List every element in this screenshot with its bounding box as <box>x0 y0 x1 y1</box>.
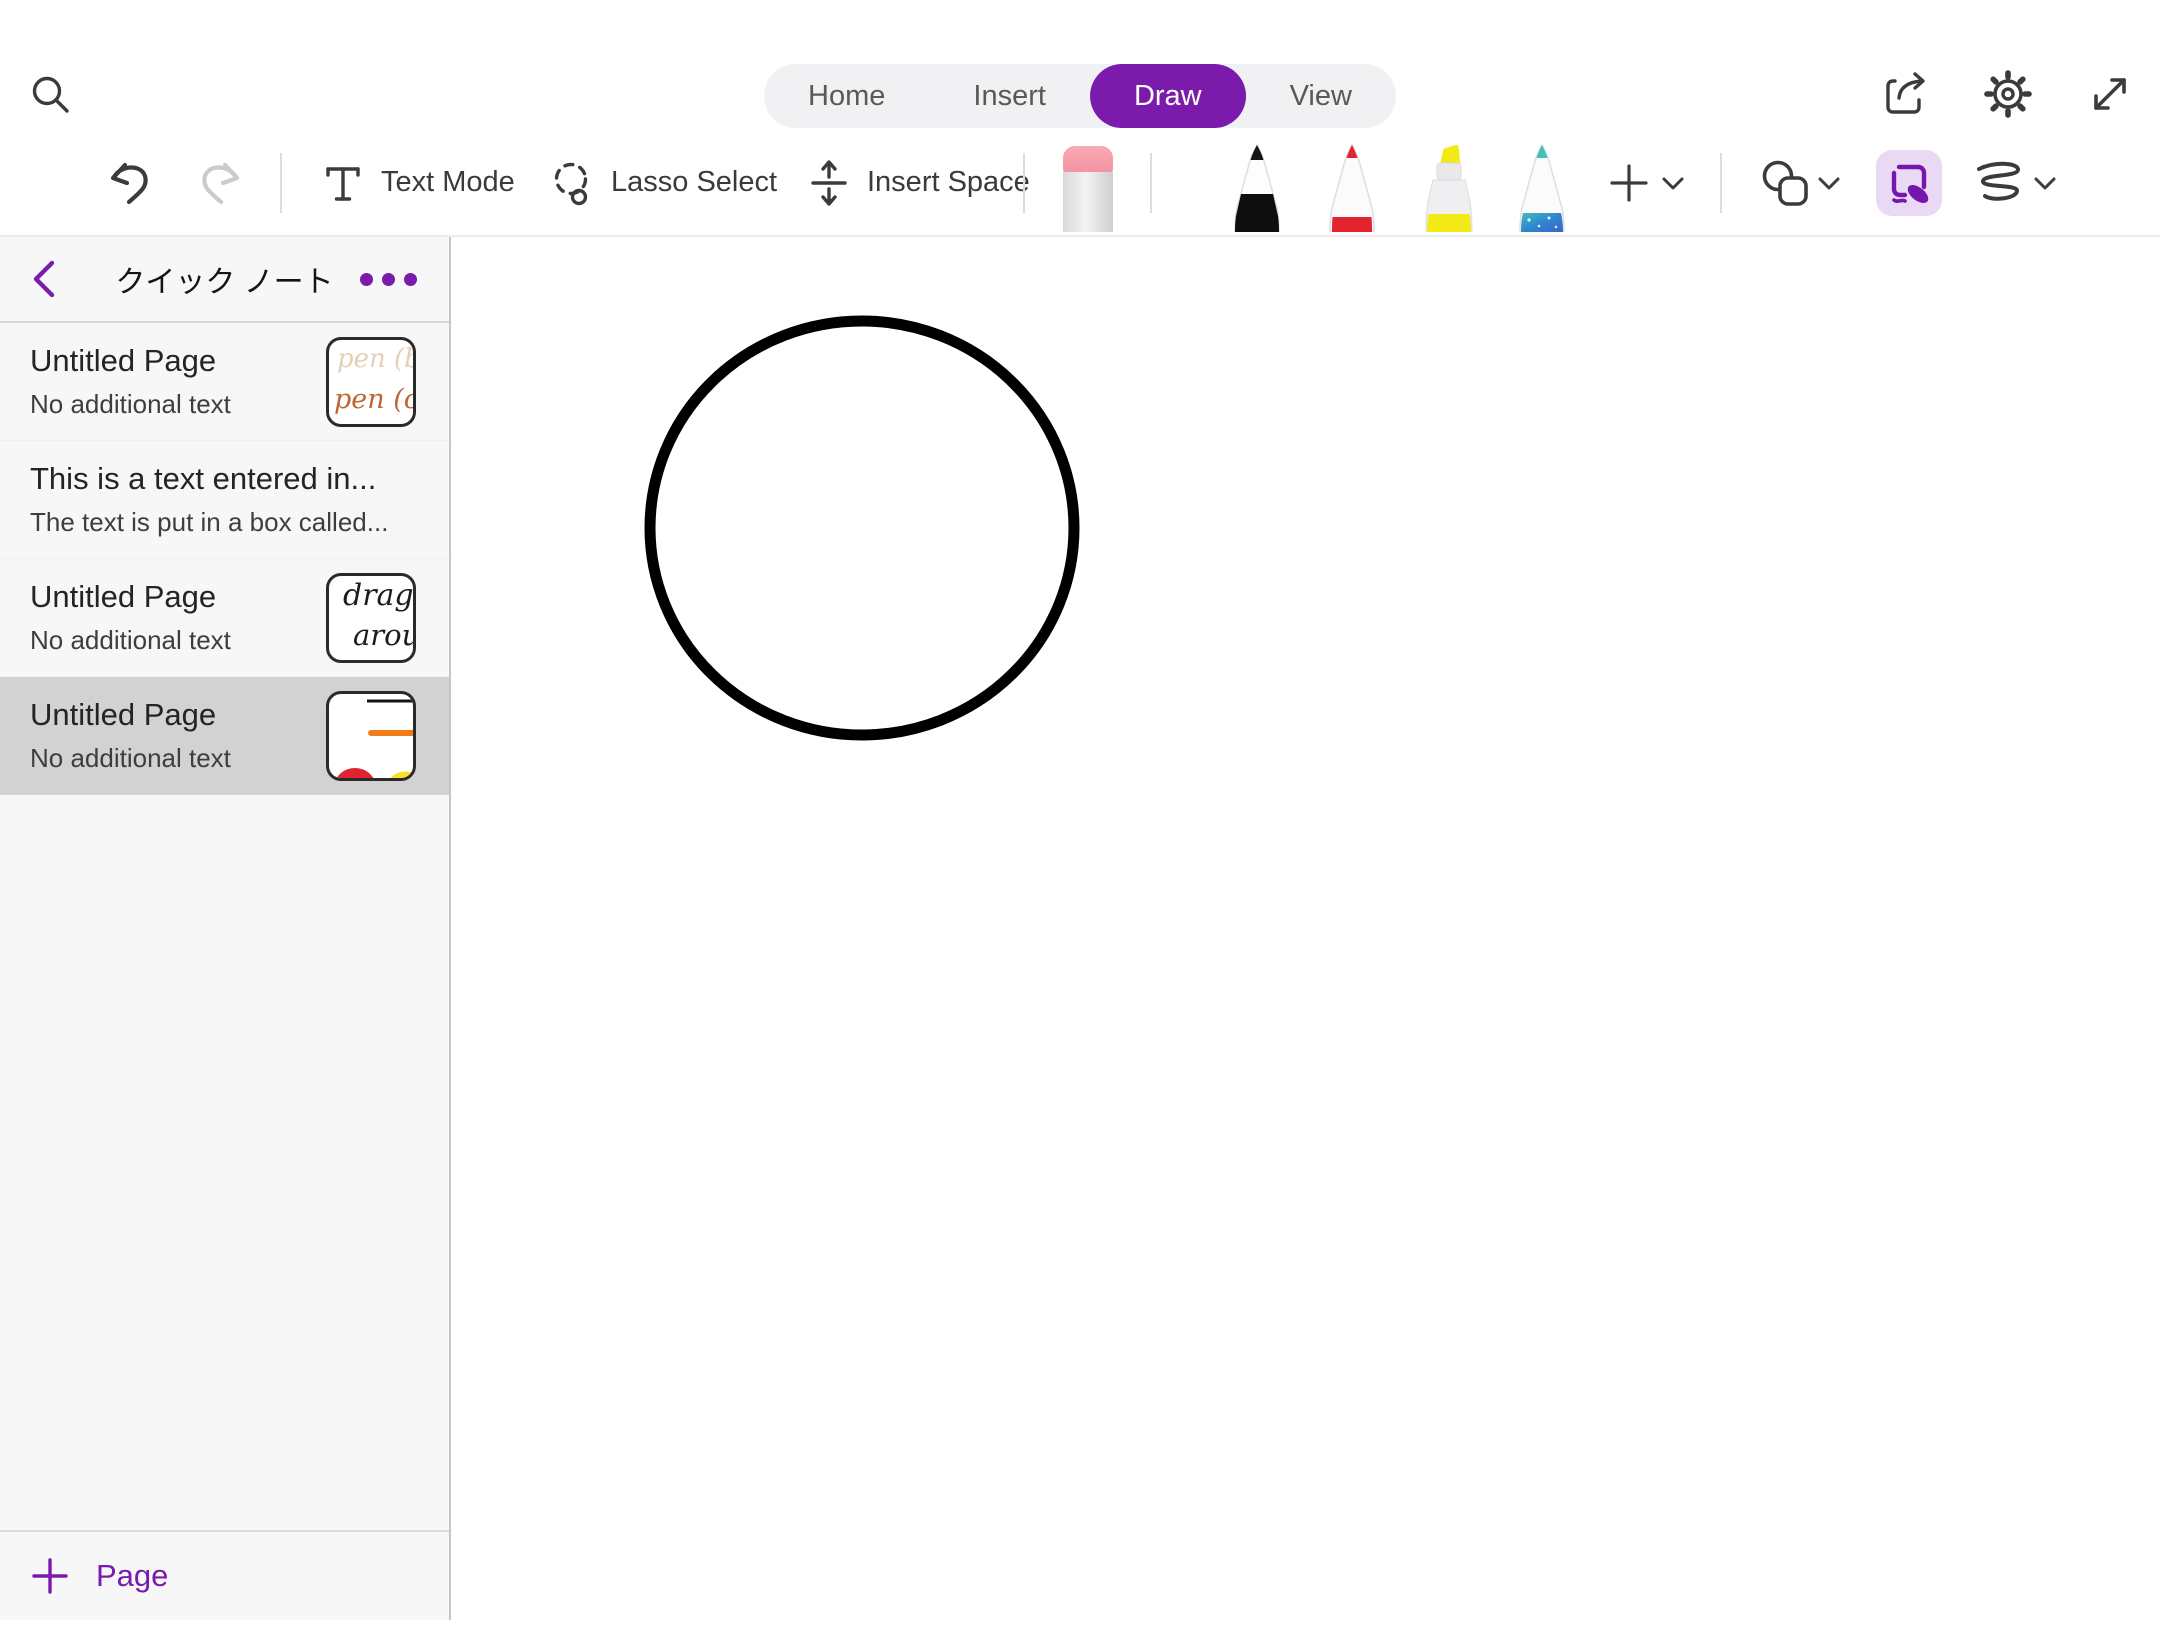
page-list-sidebar: クイック ノート Untitled Page No additional tex… <box>0 237 451 1620</box>
thumbnail-ink-text: arou <box>353 618 416 652</box>
divider <box>1023 153 1025 213</box>
page-item-text: Untitled Page No additional text <box>30 697 326 775</box>
black-pen-tool[interactable] <box>1224 142 1290 235</box>
onenote-app: Home Insert Draw View <box>0 0 2160 1620</box>
tab-view[interactable]: View <box>1246 64 1396 128</box>
page-list: Untitled Page No additional text pen (bl… <box>0 323 449 1530</box>
add-pen-dropdown[interactable] <box>1660 174 1686 192</box>
chevron-down-icon <box>2032 174 2058 192</box>
tab-insert[interactable]: Insert <box>929 64 1090 128</box>
title-row: Home Insert Draw View <box>0 0 2160 130</box>
thumbnail-ink-text: pen (ora <box>334 384 416 415</box>
scribble-ink-button[interactable] <box>1972 160 2030 206</box>
ellipsis-icon <box>382 273 395 286</box>
page-subtitle: The text is put in a box called... <box>30 507 404 538</box>
page-title: Untitled Page <box>30 697 314 733</box>
scribble-ink-icon <box>1972 160 2030 206</box>
tab-draw[interactable]: Draw <box>1090 64 1246 128</box>
ellipsis-icon <box>360 273 373 286</box>
window-actions <box>1880 68 2136 120</box>
eraser-icon <box>1052 144 1124 232</box>
fullscreen-button[interactable] <box>2084 68 2136 120</box>
tab-home[interactable]: Home <box>764 64 929 128</box>
plus-icon <box>32 1558 68 1594</box>
insert-space-label: Insert Space <box>867 166 1030 199</box>
undo-button[interactable] <box>104 158 154 208</box>
fullscreen-expand-icon <box>2086 70 2134 118</box>
page-title: This is a text entered in... <box>30 461 404 497</box>
red-pen-icon <box>1319 142 1385 232</box>
insert-space-button[interactable]: Insert Space <box>806 160 1030 206</box>
scribble-ink-dropdown[interactable] <box>2032 174 2058 192</box>
page-title: Untitled Page <box>30 579 314 615</box>
page-list-item-3[interactable]: Untitled Page No additional text drag ar… <box>0 559 449 677</box>
add-pen-button[interactable] <box>1608 162 1650 204</box>
lasso-select-icon <box>548 159 596 207</box>
insert-space-icon <box>806 160 852 206</box>
divider <box>1720 153 1722 213</box>
page-thumbnail: pen (bl pen (ora <box>326 337 416 427</box>
lasso-select-label: Lasso Select <box>611 166 777 199</box>
drawing-canvas[interactable] <box>453 237 2160 1620</box>
page-list-item-2[interactable]: This is a text entered in... The text is… <box>0 441 449 559</box>
thumbnail-ink-text: pen (bl <box>337 344 416 374</box>
shapes-dropdown[interactable] <box>1816 174 1842 192</box>
page-item-text: Untitled Page No additional text <box>30 579 326 657</box>
shapes-icon <box>1760 158 1810 208</box>
page-list-item-4-selected[interactable]: Untitled Page No additional text <box>0 677 449 795</box>
ribbon-tab-bar: Home Insert Draw View <box>764 64 1396 128</box>
share-icon <box>1881 69 1931 119</box>
sidebar-header: クイック ノート <box>0 237 449 323</box>
settings-button[interactable] <box>1982 68 2034 120</box>
text-mode-label: Text Mode <box>381 166 515 199</box>
more-options-button[interactable] <box>358 265 419 294</box>
eraser-tool[interactable] <box>1052 144 1124 235</box>
top-toolbar: Home Insert Draw View <box>0 0 2160 237</box>
text-mode-button[interactable]: Text Mode <box>320 160 515 206</box>
thumbnail-ink-text: drag <box>343 578 414 613</box>
add-page-label: Page <box>96 1558 168 1594</box>
page-item-text: This is a text entered in... The text is… <box>30 461 416 539</box>
redo-button[interactable] <box>196 158 246 208</box>
ellipsis-icon <box>404 273 417 286</box>
chevron-down-icon <box>1816 174 1842 192</box>
galaxy-pen-tool[interactable] <box>1509 142 1575 235</box>
add-page-button[interactable]: Page <box>32 1558 168 1594</box>
thumbnail-ink-drawing <box>329 694 413 778</box>
share-button[interactable] <box>1880 68 1932 120</box>
settings-gear-icon <box>1983 69 2033 119</box>
red-pen-tool[interactable] <box>1319 142 1385 235</box>
page-title: Untitled Page <box>30 343 314 379</box>
page-subtitle: No additional text <box>30 389 314 420</box>
draw-ribbon: Text Mode Lasso Select Insert Space <box>0 130 2160 235</box>
chevron-down-icon <box>1660 174 1686 192</box>
text-mode-icon <box>320 160 366 206</box>
page-list-item-1[interactable]: Untitled Page No additional text pen (bl… <box>0 323 449 441</box>
divider <box>1150 153 1152 213</box>
divider <box>280 153 282 213</box>
ink-annotate-button-active[interactable] <box>1876 150 1942 216</box>
search-button[interactable] <box>26 70 76 120</box>
sidebar-footer: Page <box>0 1530 449 1620</box>
page-item-text: Untitled Page No additional text <box>30 343 326 421</box>
redo-icon <box>196 158 246 208</box>
notebook-title: クイック ノート <box>115 257 333 301</box>
search-icon <box>28 72 74 118</box>
yellow-highlighter-tool[interactable] <box>1414 142 1480 235</box>
plus-icon <box>1608 162 1650 204</box>
lasso-select-button[interactable]: Lasso Select <box>548 159 777 207</box>
back-button[interactable] <box>30 259 70 299</box>
ink-annotate-icon <box>1885 159 1933 207</box>
black-pen-icon <box>1224 142 1290 232</box>
ink-ellipse-stroke <box>453 237 2160 1620</box>
page-thumbnail: drag arou <box>326 573 416 663</box>
galaxy-pen-icon <box>1509 142 1575 232</box>
page-thumbnail <box>326 691 416 781</box>
yellow-highlighter-icon <box>1414 142 1480 232</box>
page-subtitle: No additional text <box>30 625 314 656</box>
page-subtitle: No additional text <box>30 743 314 774</box>
shapes-button[interactable] <box>1760 158 1810 208</box>
undo-icon <box>104 158 154 208</box>
chevron-left-icon <box>30 259 58 299</box>
